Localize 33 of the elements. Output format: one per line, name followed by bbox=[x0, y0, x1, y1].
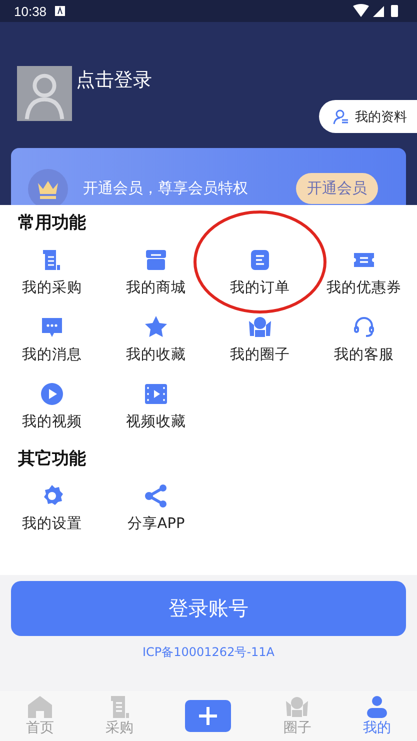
login-prompt[interactable]: 点击登录 bbox=[76, 67, 152, 93]
people-icon bbox=[248, 315, 272, 339]
menu-item[interactable]: 视频收藏 bbox=[126, 382, 186, 431]
status-time: 10:38 bbox=[14, 4, 47, 18]
home-icon bbox=[26, 695, 53, 719]
menu-item[interactable]: 我的视频 bbox=[22, 382, 82, 431]
people-icon bbox=[284, 695, 310, 719]
profile-button[interactable]: 我的资料 bbox=[319, 100, 417, 133]
membership-text: 开通会员，尊享会员特权 bbox=[83, 179, 248, 198]
menu-item[interactable]: 我的消息 bbox=[22, 315, 82, 364]
menu-item[interactable]: 我的优惠券 bbox=[326, 248, 402, 297]
menu-item[interactable]: 我的收藏 bbox=[126, 315, 186, 364]
menu-item[interactable]: 我的设置 bbox=[22, 484, 82, 533]
headset-icon bbox=[352, 315, 376, 339]
share-icon bbox=[144, 484, 168, 508]
order-icon bbox=[248, 248, 272, 272]
film-icon bbox=[144, 382, 168, 406]
shop-icon bbox=[144, 248, 168, 272]
message-icon bbox=[40, 315, 64, 339]
menu-item[interactable]: 我的圈子 bbox=[230, 315, 290, 364]
star-icon bbox=[144, 315, 168, 339]
play-icon bbox=[40, 382, 64, 406]
menu-item[interactable]: 我的商城 bbox=[126, 248, 186, 297]
menu-item[interactable]: 我的采购 bbox=[22, 248, 82, 297]
tab-item[interactable]: 我的 bbox=[363, 695, 392, 737]
menu-item[interactable]: 我的客服 bbox=[334, 315, 394, 364]
add-button[interactable] bbox=[185, 700, 232, 732]
section-title: 常用功能 bbox=[17, 212, 87, 235]
section-title: 其它功能 bbox=[17, 448, 87, 471]
menu-item[interactable]: 分享APP bbox=[127, 484, 185, 533]
notification-icon bbox=[54, 6, 65, 16]
login-button[interactable]: 登录账号 bbox=[11, 581, 406, 636]
profile-icon bbox=[333, 108, 349, 124]
